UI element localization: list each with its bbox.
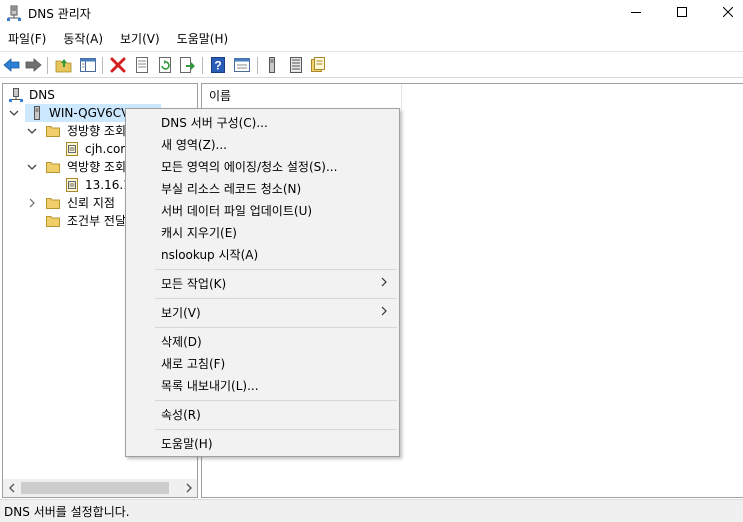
minimize-icon (631, 6, 641, 20)
chevron-down-icon[interactable] (9, 104, 19, 122)
toolbar-separator (257, 57, 258, 74)
server-icon (30, 106, 44, 120)
minimize-button[interactable] (613, 0, 659, 26)
tree-label: DNS (29, 88, 55, 102)
menu-file[interactable]: 파일(F) (2, 29, 52, 49)
menu-item-export-list[interactable]: 목록 내보내기(L)... (128, 375, 397, 397)
tree-label: 정방향 조회 (67, 124, 127, 138)
menu-separator (155, 400, 397, 401)
chevron-right-icon[interactable] (27, 194, 37, 212)
folder-icon (46, 196, 60, 210)
folder-icon (46, 214, 60, 228)
list-icon[interactable] (287, 56, 305, 74)
server-icon[interactable] (263, 56, 281, 74)
menu-item-aging-scavenging[interactable]: 모든 영역의 에이징/청소 설정(S)... (128, 156, 397, 178)
tree-label: 조건부 전달 (67, 214, 127, 228)
status-text: DNS 서버를 설정합니다. (4, 505, 130, 519)
title-bar: DNS 관리자 (0, 0, 743, 26)
toolbar-separator (202, 57, 203, 74)
dns-server-icon (7, 5, 21, 21)
folder-icon (46, 160, 60, 174)
svg-text:?: ? (214, 59, 221, 73)
menu-item-help[interactable]: 도움말(H) (128, 433, 397, 455)
folder-icon (46, 124, 60, 138)
zone-icon (65, 142, 79, 156)
close-icon (722, 6, 734, 20)
submenu-arrow-icon (381, 273, 387, 295)
window-title: DNS 관리자 (28, 7, 91, 21)
menu-item-view[interactable]: 보기(V) (128, 302, 397, 324)
menu-help[interactable]: 도움말(H) (171, 29, 235, 49)
chevron-down-icon[interactable] (27, 158, 37, 176)
back-arrow-icon[interactable] (3, 56, 21, 74)
horizontal-scrollbar[interactable] (3, 479, 197, 497)
context-menu: DNS 서버 구성(C)... 새 영역(Z)... 모든 영역의 에이징/청소… (125, 108, 400, 457)
status-bar: DNS 서버를 설정합니다. (0, 499, 743, 522)
column-header-name[interactable]: 이름 (202, 84, 402, 109)
menu-item-label: 보기(V) (161, 306, 201, 320)
menu-separator (155, 269, 397, 270)
close-button[interactable] (705, 0, 743, 26)
toolbar-separator (102, 57, 103, 74)
menu-item-scavenge-records[interactable]: 부실 리소스 레코드 청소(N) (128, 178, 397, 200)
tree-label: 신뢰 지점 (67, 196, 115, 210)
menu-view[interactable]: 보기(V) (114, 29, 166, 49)
maximize-button[interactable] (659, 0, 705, 26)
menu-item-delete[interactable]: 삭제(D) (128, 331, 397, 353)
scroll-left-icon[interactable] (3, 479, 20, 497)
menu-separator (155, 327, 397, 328)
console-icon[interactable] (233, 56, 251, 74)
export-list-icon[interactable] (178, 56, 196, 74)
dns-icon (9, 88, 23, 102)
menu-item-new-zone[interactable]: 새 영역(Z)... (128, 134, 397, 156)
menu-item-label: 모든 작업(K) (161, 277, 227, 291)
menu-item-launch-nslookup[interactable]: nslookup 시작(A) (128, 244, 397, 266)
refresh-icon[interactable] (156, 56, 174, 74)
toolbar-separator (47, 57, 48, 74)
menu-item-clear-cache[interactable]: 캐시 지우기(E) (128, 222, 397, 244)
properties-icon[interactable] (133, 56, 151, 74)
menu-item-all-tasks[interactable]: 모든 작업(K) (128, 273, 397, 295)
menu-action[interactable]: 동작(A) (57, 29, 109, 49)
menu-item-configure-dns-server[interactable]: DNS 서버 구성(C)... (128, 112, 397, 134)
tree-label: WIN-QGV6CVS (49, 106, 137, 120)
scroll-right-icon[interactable] (180, 479, 197, 497)
chevron-down-icon[interactable] (27, 122, 37, 140)
toolbar: ? (0, 51, 743, 78)
tree-item-dns-root[interactable]: DNS (9, 86, 189, 104)
forward-arrow-icon[interactable] (24, 56, 42, 74)
scrollbar-thumb[interactable] (21, 482, 169, 494)
help-icon[interactable]: ? (209, 56, 227, 74)
menu-item-update-data-files[interactable]: 서버 데이터 파일 업데이트(U) (128, 200, 397, 222)
menu-bar: 파일(F) 동작(A) 보기(V) 도움말(H) (0, 28, 743, 50)
menu-item-properties[interactable]: 속성(R) (128, 404, 397, 426)
tree-label: 역방향 조회 (67, 160, 127, 174)
menu-separator (155, 429, 397, 430)
submenu-arrow-icon (381, 302, 387, 324)
zone-icon[interactable] (309, 56, 327, 74)
show-hide-tree-icon[interactable] (79, 56, 97, 74)
maximize-icon (677, 6, 687, 20)
up-folder-icon[interactable] (55, 56, 73, 74)
delete-icon[interactable] (109, 56, 127, 74)
zone-icon (65, 178, 79, 192)
tree-label: 13.16.1 (85, 178, 131, 192)
menu-item-refresh[interactable]: 새로 고침(F) (128, 353, 397, 375)
menu-separator (155, 298, 397, 299)
